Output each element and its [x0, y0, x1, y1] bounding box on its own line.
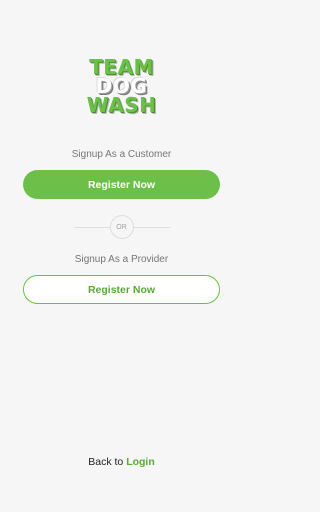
provider-signup-caption: Signup As a Provider — [74, 254, 169, 265]
signup-screen: TEAM DOG WASH Signup As a Customer Regis… — [0, 0, 243, 512]
or-label: OR — [109, 215, 134, 239]
register-provider-button[interactable]: Register Now — [23, 275, 220, 304]
register-customer-button[interactable]: Register Now — [23, 170, 220, 199]
back-to-login: Back to Login — [0, 456, 243, 468]
back-to-prefix: Back to — [88, 456, 124, 468]
or-divider: OR — [0, 215, 243, 239]
team-dog-wash-logo: TEAM DOG WASH — [0, 57, 243, 117]
login-link[interactable]: Login — [126, 456, 155, 468]
customer-signup-caption: Signup As a Customer — [71, 149, 172, 160]
divider-line-right — [133, 226, 170, 228]
logo-line-wash: WASH — [86, 93, 157, 117]
divider-line-left — [73, 226, 110, 228]
